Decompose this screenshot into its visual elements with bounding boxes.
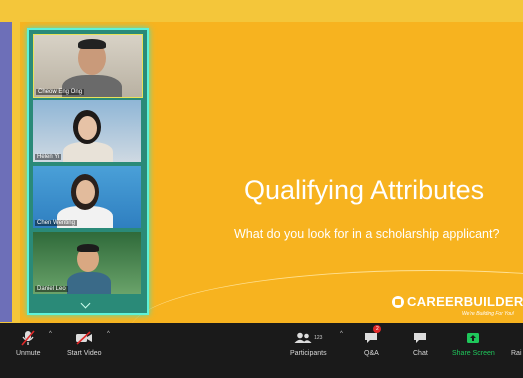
logo-mark-icon bbox=[392, 295, 404, 308]
raise-hand-label: Rai bbox=[511, 350, 522, 357]
careerbuilder-logo: CAREERBUILDER bbox=[392, 294, 523, 309]
side-strip bbox=[0, 22, 12, 322]
gallery-scroll-down-icon[interactable] bbox=[80, 298, 91, 309]
participant-face bbox=[78, 116, 97, 140]
top-bar bbox=[0, 0, 523, 22]
video-off-icon bbox=[75, 327, 93, 349]
participants-button[interactable]: 123 Participants bbox=[290, 327, 327, 357]
participant-hair bbox=[77, 244, 99, 252]
slide-subtitle: What do you look for in a scholarship ap… bbox=[234, 227, 500, 241]
meeting-toolbar: Unmute ^ Start Video ^ 123 Participants … bbox=[0, 323, 523, 378]
share-screen-button[interactable]: Share Screen bbox=[452, 327, 495, 357]
participant-name: Chen Wenting bbox=[35, 220, 77, 226]
raise-hand-button[interactable]: Rai bbox=[511, 327, 522, 357]
chat-button[interactable]: Chat bbox=[413, 327, 428, 357]
unmute-button[interactable]: Unmute bbox=[16, 327, 41, 357]
unmute-label: Unmute bbox=[16, 350, 41, 357]
qa-badge: 2 bbox=[373, 325, 382, 333]
video-tile[interactable]: Helen Yi bbox=[33, 100, 141, 162]
participant-hair bbox=[78, 39, 106, 49]
logo-tagline: We're Building For You! bbox=[462, 311, 515, 317]
video-tile[interactable]: Daniel Leo bbox=[33, 232, 141, 294]
participant-body bbox=[67, 272, 111, 294]
start-video-button[interactable]: Start Video bbox=[67, 327, 102, 357]
start-video-label: Start Video bbox=[67, 350, 102, 357]
qa-icon: 2 bbox=[364, 325, 382, 349]
logo-text: CAREERBUILDER bbox=[407, 294, 523, 309]
participants-options-caret-icon[interactable]: ^ bbox=[340, 331, 343, 337]
qa-button[interactable]: 2 Q&A bbox=[364, 325, 382, 357]
video-tile[interactable]: Cheow Eng Ong bbox=[33, 34, 143, 98]
participant-name: Helen Yi bbox=[35, 154, 62, 160]
slide-title: Qualifying Attributes bbox=[244, 175, 485, 205]
participant-name: Cheow Eng Ong bbox=[36, 89, 85, 95]
muted-mic-icon bbox=[21, 327, 35, 349]
chat-icon bbox=[413, 327, 427, 349]
participants-icon: 123 bbox=[294, 327, 322, 349]
participant-body bbox=[63, 142, 113, 162]
share-screen-label: Share Screen bbox=[452, 350, 495, 357]
participants-label: Participants bbox=[290, 350, 327, 357]
video-options-caret-icon[interactable]: ^ bbox=[107, 331, 110, 337]
audio-options-caret-icon[interactable]: ^ bbox=[49, 331, 52, 337]
qa-label: Q&A bbox=[364, 350, 379, 357]
share-screen-icon bbox=[466, 327, 480, 349]
chat-label: Chat bbox=[413, 350, 428, 357]
app-window: Qualifying Attributes What do you look f… bbox=[0, 0, 523, 378]
participants-count: 123 bbox=[314, 335, 323, 341]
video-gallery[interactable]: Cheow Eng Ong Helen Yi Chen Wenting Dani… bbox=[27, 28, 149, 315]
video-tile[interactable]: Chen Wenting bbox=[33, 166, 141, 228]
participant-name: Daniel Leo bbox=[35, 286, 68, 292]
participant-face bbox=[76, 180, 95, 204]
